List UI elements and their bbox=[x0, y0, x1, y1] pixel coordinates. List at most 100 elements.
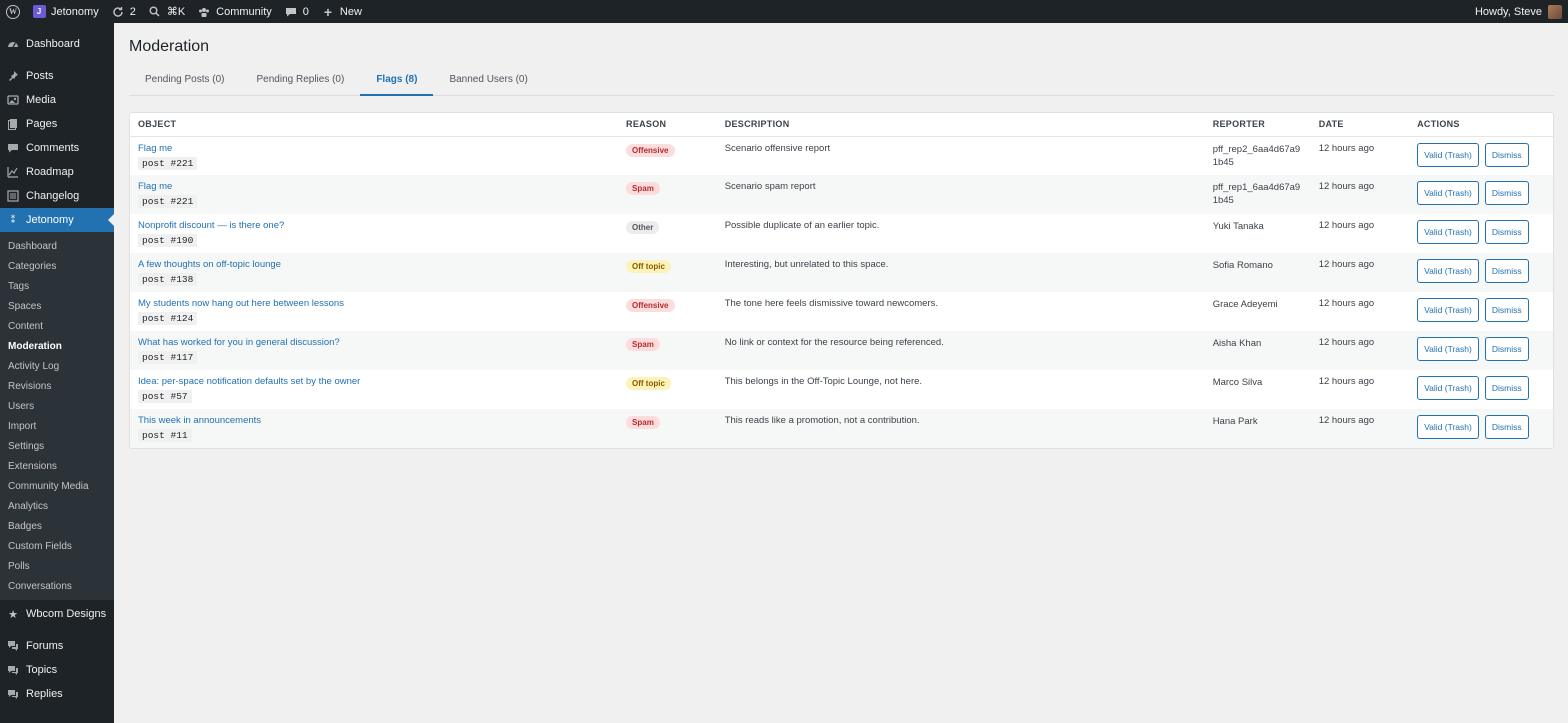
valid-trash-button[interactable]: Valid (Trash) bbox=[1417, 142, 1479, 167]
sidebar-item-roadmap[interactable]: Roadmap bbox=[0, 160, 114, 184]
my-account-link[interactable]: Howdy, Steve bbox=[1469, 0, 1564, 23]
reporter-cell: Hana Park bbox=[1205, 409, 1311, 448]
reporter-cell: Yuki Tanaka bbox=[1205, 214, 1311, 253]
submenu-item-moderation[interactable]: Moderation bbox=[0, 336, 114, 356]
submenu-item-activity-log[interactable]: Activity Log bbox=[0, 356, 114, 376]
jetonomy-submenu: Dashboard Categories Tags Spaces Content… bbox=[0, 232, 114, 600]
object-id: post #138 bbox=[138, 273, 198, 286]
comments-link[interactable]: 0 bbox=[278, 0, 315, 23]
description-text: This belongs in the Off-Topic Lounge, no… bbox=[724, 376, 923, 387]
site-name-link[interactable]: J Jetonomy bbox=[26, 0, 105, 23]
object-cell: My students now hang out here between le… bbox=[130, 292, 618, 331]
submenu-item-spaces[interactable]: Spaces bbox=[0, 296, 114, 316]
object-link[interactable]: This week in announcements bbox=[138, 415, 610, 426]
submenu-item-analytics[interactable]: Analytics bbox=[0, 496, 114, 516]
topics-icon bbox=[6, 663, 20, 677]
object-link[interactable]: Idea: per-space notification defaults se… bbox=[138, 376, 610, 387]
updates-link[interactable]: 2 bbox=[105, 0, 142, 23]
dismiss-button[interactable]: Dismiss bbox=[1484, 220, 1529, 244]
flag-date: 12 hours ago bbox=[1318, 415, 1375, 426]
valid-trash-button[interactable]: Valid (Trash) bbox=[1417, 337, 1479, 361]
reporter-cell: Aisha Khan bbox=[1205, 331, 1311, 370]
valid-trash-button[interactable]: Valid (Trash) bbox=[1417, 220, 1479, 244]
table-row: This week in announcements post #11 Spam Th… bbox=[130, 409, 1553, 448]
object-link[interactable]: Flag me bbox=[138, 181, 610, 192]
table-row: Nonprofit discount — is there one? post #… bbox=[130, 214, 1553, 253]
submenu-item-conversations[interactable]: Conversations bbox=[0, 576, 114, 596]
sidebar-item-changelog[interactable]: Changelog bbox=[0, 184, 114, 208]
dismiss-button[interactable]: Dismiss bbox=[1484, 142, 1529, 167]
table-row: What has worked for you in general discu… bbox=[130, 331, 1553, 370]
column-header-description: DESCRIPTION bbox=[716, 113, 1205, 137]
submenu-item-categories[interactable]: Categories bbox=[0, 256, 114, 276]
submenu-item-badges[interactable]: Badges bbox=[0, 516, 114, 536]
submenu-item-users[interactable]: Users bbox=[0, 396, 114, 416]
object-link[interactable]: What has worked for you in general discu… bbox=[138, 337, 610, 348]
valid-trash-button[interactable]: Valid (Trash) bbox=[1417, 415, 1479, 439]
submenu-item-dashboard[interactable]: Dashboard bbox=[0, 236, 114, 256]
reason-cell: Spam bbox=[618, 331, 717, 370]
submenu-item-extensions[interactable]: Extensions bbox=[0, 456, 114, 476]
reporter-name: Marco Silva bbox=[1212, 377, 1263, 388]
submenu-item-settings[interactable]: Settings bbox=[0, 436, 114, 456]
tab-flags[interactable]: Flags (8) bbox=[360, 68, 434, 96]
dismiss-button[interactable]: Dismiss bbox=[1484, 376, 1529, 400]
sidebar-item-jetonomy[interactable]: ⁑ Jetonomy bbox=[0, 208, 114, 232]
object-link[interactable]: Flag me bbox=[138, 143, 610, 154]
submenu-item-revisions[interactable]: Revisions bbox=[0, 376, 114, 396]
object-link[interactable]: A few thoughts on off-topic lounge bbox=[138, 259, 610, 270]
wordpress-logo-button[interactable]: W bbox=[0, 0, 26, 23]
submenu-item-polls[interactable]: Polls bbox=[0, 556, 114, 576]
valid-trash-button[interactable]: Valid (Trash) bbox=[1417, 259, 1479, 283]
tab-pending-replies[interactable]: Pending Replies (0) bbox=[241, 68, 361, 96]
dismiss-button[interactable]: Dismiss bbox=[1484, 415, 1529, 439]
table-row: Flag me post #221 Spam Scenario spam report… bbox=[130, 175, 1553, 214]
valid-trash-button[interactable]: Valid (Trash) bbox=[1417, 376, 1479, 400]
dismiss-button[interactable]: Dismiss bbox=[1484, 181, 1529, 205]
sidebar-item-pages[interactable]: Pages bbox=[0, 112, 114, 136]
replies-icon bbox=[6, 687, 20, 701]
dashboard-icon bbox=[6, 37, 20, 51]
sidebar-item-posts[interactable]: Posts bbox=[0, 64, 114, 88]
refresh-icon bbox=[111, 5, 125, 19]
submenu-item-custom-fields[interactable]: Custom Fields bbox=[0, 536, 114, 556]
tab-banned-users[interactable]: Banned Users (0) bbox=[433, 68, 543, 96]
page-title: Moderation bbox=[129, 38, 210, 55]
sidebar-item-topics[interactable]: Topics bbox=[0, 658, 114, 682]
sidebar-item-comments[interactable]: Comments bbox=[0, 136, 114, 160]
flag-date: 12 hours ago bbox=[1318, 142, 1375, 154]
reporter-name: pff_rep2_6aa4d67a91b45 bbox=[1212, 143, 1301, 168]
dismiss-button[interactable]: Dismiss bbox=[1484, 259, 1529, 283]
column-header-reason: REASON bbox=[618, 113, 717, 137]
submenu-item-community-media[interactable]: Community Media bbox=[0, 476, 114, 496]
description-text: This reads like a promotion, not a contr… bbox=[724, 415, 920, 426]
submenu-item-tags[interactable]: Tags bbox=[0, 276, 114, 296]
sidebar-item-forums[interactable]: Forums bbox=[0, 634, 114, 658]
valid-trash-button[interactable]: Valid (Trash) bbox=[1417, 181, 1479, 205]
actions-cell: Valid (Trash) Dismiss bbox=[1409, 409, 1553, 448]
object-link[interactable]: My students now hang out here between le… bbox=[138, 298, 610, 309]
search-shortcut[interactable]: ⌘K bbox=[142, 0, 191, 23]
description-cell: Interesting, but unrelated to this space… bbox=[717, 253, 1205, 292]
reporter-name: Yuki Tanaka bbox=[1212, 221, 1264, 232]
list-icon bbox=[6, 189, 20, 203]
actions-cell: Valid (Trash) Dismiss bbox=[1409, 214, 1553, 253]
sidebar-item-wbcom-designs[interactable]: ★ Wbcom Designs bbox=[0, 602, 114, 626]
dismiss-button[interactable]: Dismiss bbox=[1484, 298, 1529, 322]
community-link[interactable]: Community bbox=[191, 0, 278, 23]
new-content-link[interactable]: + New bbox=[315, 0, 368, 23]
reporter-name: Hana Park bbox=[1212, 416, 1258, 427]
valid-trash-button[interactable]: Valid (Trash) bbox=[1417, 298, 1479, 322]
moderation-tabs: Pending Posts (0) Pending Replies (0) Fl… bbox=[129, 68, 1554, 96]
submenu-item-import[interactable]: Import bbox=[0, 416, 114, 436]
dismiss-button[interactable]: Dismiss bbox=[1484, 337, 1529, 361]
tab-pending-posts[interactable]: Pending Posts (0) bbox=[129, 68, 241, 96]
sidebar-item-media[interactable]: Media bbox=[0, 88, 114, 112]
object-link[interactable]: Nonprofit discount — is there one? bbox=[138, 220, 610, 231]
jetonomy-icon: ⁑ bbox=[10, 214, 16, 225]
flag-date: 12 hours ago bbox=[1318, 376, 1375, 387]
submenu-item-content[interactable]: Content bbox=[0, 316, 114, 336]
sidebar-item-dashboard[interactable]: Dashboard bbox=[0, 32, 114, 56]
object-cell: Flag me post #221 bbox=[130, 136, 618, 175]
sidebar-item-replies[interactable]: Replies bbox=[0, 682, 114, 706]
